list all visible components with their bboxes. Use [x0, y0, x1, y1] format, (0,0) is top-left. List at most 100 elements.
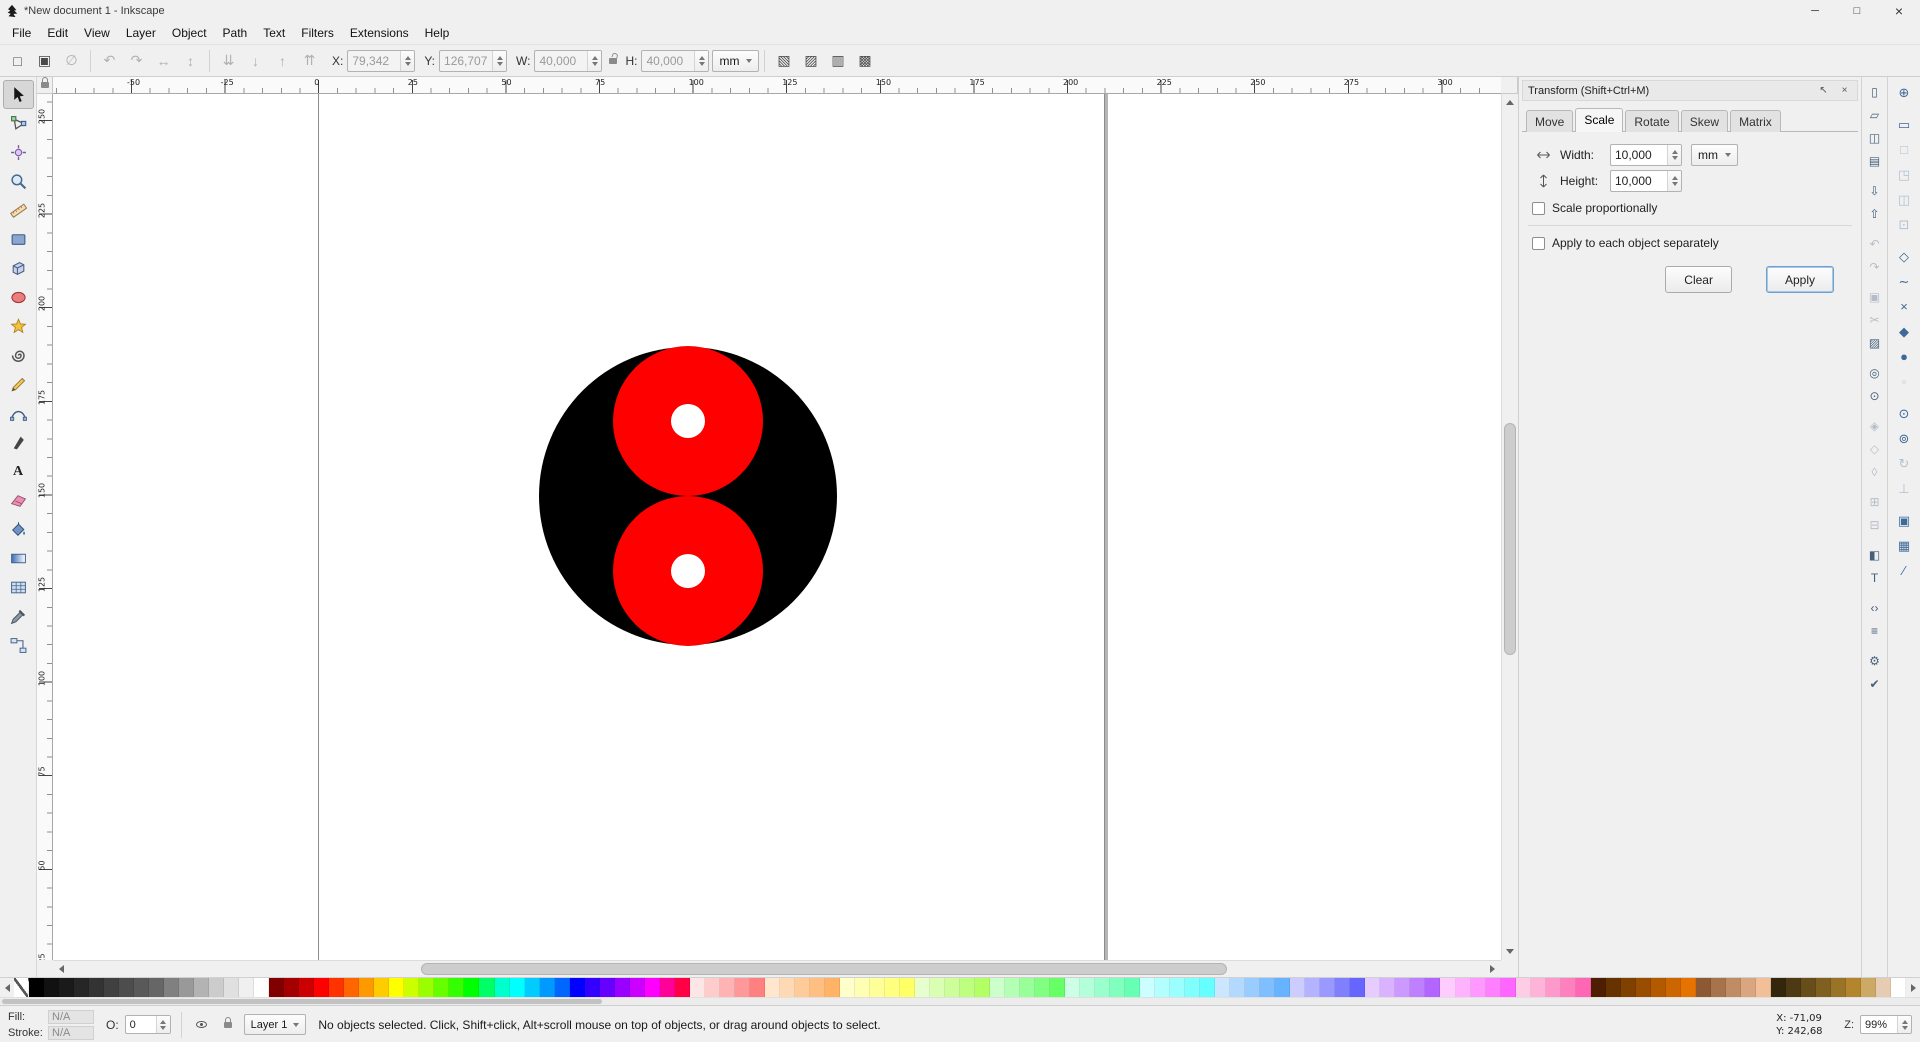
tool-pencil[interactable]: [3, 370, 34, 399]
palette-swatch[interactable]: [1830, 978, 1846, 997]
preserve-corners-toggle-icon[interactable]: ▩: [851, 48, 878, 74]
palette-swatch[interactable]: [554, 978, 570, 997]
palette-swatch[interactable]: [719, 978, 735, 997]
palette-swatch[interactable]: [1425, 978, 1441, 997]
stroke-value[interactable]: N/A: [48, 1025, 94, 1040]
xml-editor-icon[interactable]: ‹›: [1863, 596, 1886, 619]
palette-swatch[interactable]: [254, 978, 270, 997]
palette-swatch[interactable]: [1695, 978, 1711, 997]
palette-swatch[interactable]: [1275, 978, 1291, 997]
palette-swatch[interactable]: [1410, 978, 1426, 997]
document-save-icon[interactable]: ◫: [1863, 126, 1886, 149]
undo-icon[interactable]: ↶: [1863, 232, 1886, 255]
vertical-ruler[interactable]: 250 225 200 175 150 125 100 75 50 25: [37, 94, 53, 960]
palette-swatch[interactable]: [1590, 978, 1606, 997]
palette-swatch[interactable]: [119, 978, 135, 997]
redo-icon[interactable]: ↷: [1863, 255, 1886, 278]
document-properties-icon[interactable]: ⚙: [1863, 649, 1886, 672]
palette-swatch[interactable]: [44, 978, 60, 997]
transform-stroke-toggle-icon[interactable]: ▥: [824, 48, 851, 74]
palette-swatch[interactable]: [1245, 978, 1261, 997]
layer-visibility-toggle[interactable]: [192, 1015, 212, 1035]
cut-icon[interactable]: ✂: [1863, 308, 1886, 331]
palette-swatch[interactable]: [1515, 978, 1531, 997]
palette-swatch[interactable]: [1470, 978, 1486, 997]
apply-button[interactable]: Apply: [1765, 266, 1834, 293]
palette-swatch[interactable]: [614, 978, 630, 997]
palette-swatch[interactable]: [1755, 978, 1771, 997]
flip-vertical-icon[interactable]: ↕: [177, 48, 204, 74]
palette-swatch[interactable]: [1740, 978, 1756, 997]
palette-swatch[interactable]: [434, 978, 450, 997]
snap-others-icon[interactable]: ⊙: [1891, 401, 1917, 426]
palette-scroll-left[interactable]: [0, 978, 14, 997]
palette-scroll-thumb[interactable]: [2, 999, 602, 1004]
clone-icon[interactable]: ◇: [1863, 437, 1886, 460]
opacity-input[interactable]: [124, 1015, 171, 1034]
palette-swatch-none[interactable]: [14, 978, 30, 997]
palette-swatch[interactable]: [1440, 978, 1456, 997]
fill-value[interactable]: N/A: [48, 1009, 94, 1024]
apply-separately-checkbox[interactable]: Apply to each object separately: [1532, 236, 1848, 250]
zoom-spinner[interactable]: [1897, 1016, 1911, 1033]
palette-swatch[interactable]: [659, 978, 675, 997]
x-input-field[interactable]: [348, 50, 401, 71]
tool-box-3d[interactable]: [3, 254, 34, 283]
y-spinner[interactable]: [492, 50, 507, 71]
palette-swatch[interactable]: [1485, 978, 1501, 997]
move-gradients-toggle-icon[interactable]: ▧: [770, 48, 797, 74]
menu-view[interactable]: View: [76, 23, 118, 43]
horizontal-scroll-thumb[interactable]: [421, 963, 1227, 975]
opacity-spinner[interactable]: [155, 1016, 170, 1033]
tool-connector[interactable]: [3, 631, 34, 660]
palette-swatch[interactable]: [839, 978, 855, 997]
menu-object[interactable]: Object: [164, 23, 215, 43]
unlink-clone-icon[interactable]: ◊: [1863, 460, 1886, 483]
palette-swatch[interactable]: [584, 978, 600, 997]
scale-units-dropdown[interactable]: mm: [1691, 144, 1738, 166]
palette-swatch[interactable]: [29, 978, 45, 997]
panel-float-icon[interactable]: ↖: [1816, 85, 1831, 96]
palette-swatch[interactable]: [1080, 978, 1096, 997]
scroll-left-arrow[interactable]: [53, 961, 70, 977]
palette-swatch[interactable]: [1575, 978, 1591, 997]
palette-swatch[interactable]: [1350, 978, 1366, 997]
menu-extensions[interactable]: Extensions: [342, 23, 417, 43]
palette-swatch[interactable]: [89, 978, 105, 997]
palette-swatch[interactable]: [164, 978, 180, 997]
palette-swatch[interactable]: [284, 978, 300, 997]
palette-swatch[interactable]: [404, 978, 420, 997]
palette-swatch[interactable]: [794, 978, 810, 997]
ungroup-icon[interactable]: ⊟: [1863, 513, 1886, 536]
palette-swatch[interactable]: [74, 978, 90, 997]
palette-swatch[interactable]: [1320, 978, 1336, 997]
tool-text[interactable]: A: [3, 457, 34, 486]
select-all-icon[interactable]: □: [4, 48, 31, 74]
tool-dropper[interactable]: [3, 602, 34, 631]
preferences-icon[interactable]: ✔: [1863, 672, 1886, 695]
palette-swatch[interactable]: [389, 978, 405, 997]
fill-stroke-icon[interactable]: ◧: [1863, 543, 1886, 566]
scale-height-spinner[interactable]: [1667, 171, 1681, 191]
tool-rectangle[interactable]: [3, 225, 34, 254]
tool-measure[interactable]: [3, 196, 34, 225]
move-patterns-toggle-icon[interactable]: ▨: [797, 48, 824, 74]
palette-swatch[interactable]: [1845, 978, 1861, 997]
tab-move[interactable]: Move: [1526, 110, 1574, 132]
palette-swatch[interactable]: [809, 978, 825, 997]
palette-swatch[interactable]: [599, 978, 615, 997]
height-input-field[interactable]: [642, 50, 695, 71]
palette-swatch[interactable]: [209, 978, 225, 997]
palette-swatch[interactable]: [479, 978, 495, 997]
palette-swatch[interactable]: [1455, 978, 1471, 997]
tool-paint-bucket[interactable]: [3, 515, 34, 544]
guide-lock-corner[interactable]: [37, 77, 53, 94]
x-input[interactable]: [347, 49, 416, 72]
palette-swatch[interactable]: [524, 978, 540, 997]
palette-swatch[interactable]: [1050, 978, 1066, 997]
palette-swatch[interactable]: [539, 978, 555, 997]
tab-skew[interactable]: Skew: [1680, 110, 1729, 132]
snap-midpoint-icon[interactable]: ◦: [1891, 369, 1917, 394]
scale-height-input[interactable]: [1610, 170, 1682, 192]
zoom-field[interactable]: [1861, 1016, 1897, 1033]
